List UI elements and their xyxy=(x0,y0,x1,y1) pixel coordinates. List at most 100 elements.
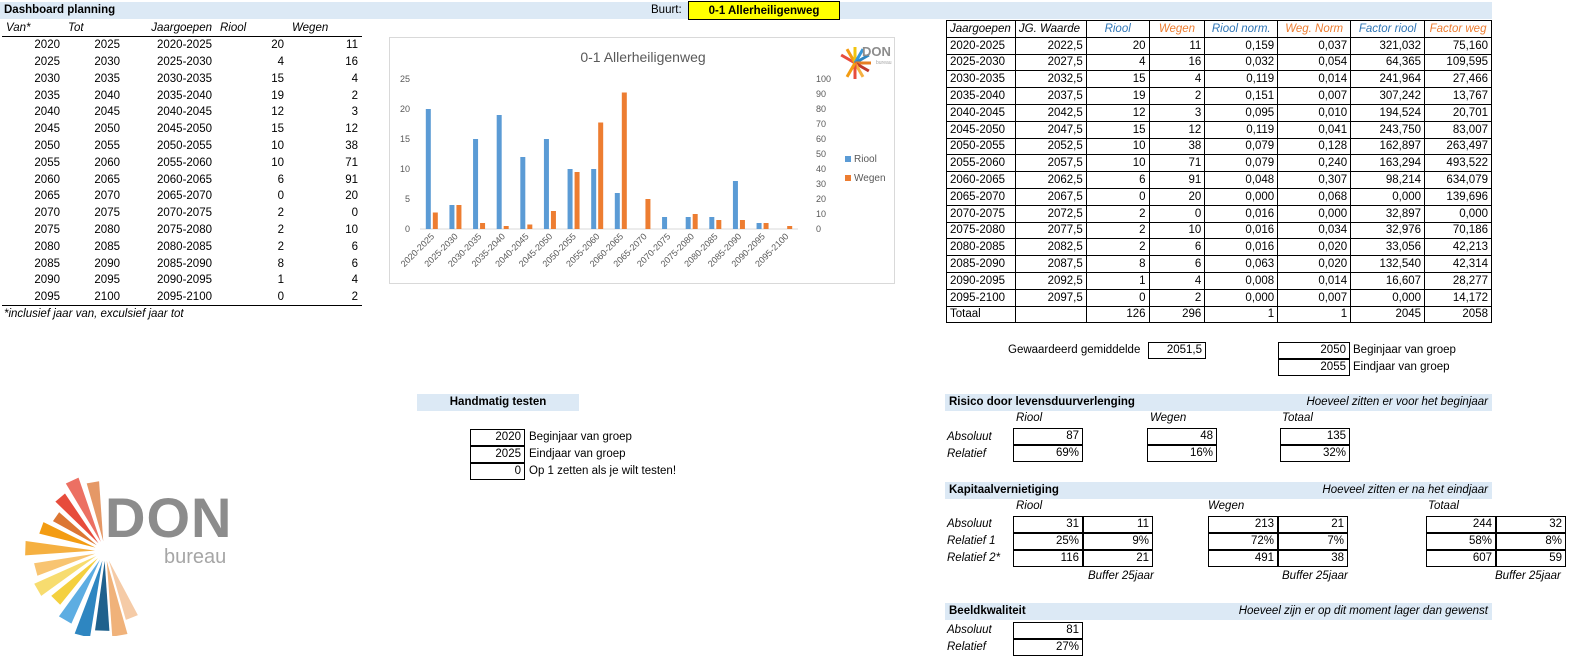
bar-riool xyxy=(473,139,479,229)
table-cell: 2095-2100 xyxy=(946,288,1016,307)
col-header: JG. Waarde xyxy=(1014,20,1087,38)
table-cell: 2090-2095 xyxy=(946,271,1016,290)
table-cell: 2050-2055 xyxy=(157,139,212,152)
y-right-tick-label: 0 xyxy=(816,224,821,234)
table-cell: 6 xyxy=(351,240,358,253)
table-cell: 2 xyxy=(1148,288,1206,307)
table-cell: 2075 xyxy=(94,207,120,220)
chart-area[interactable]: 0-1 Allerheiligenweg 0 5 10 15 20 25 0 10 20 30 40 5… xyxy=(389,37,895,284)
handmatig-begin-input[interactable]: 2020 xyxy=(470,429,525,446)
bar-riool xyxy=(567,169,573,229)
table-cell: 0,000 xyxy=(1350,187,1426,206)
risico-rel-wegen: 16% xyxy=(1147,445,1217,462)
table-row: 2055 2060 2055-2060 10 71 xyxy=(2,154,362,171)
table-cell: 2090 xyxy=(94,257,120,270)
table-cell: 307,242 xyxy=(1350,87,1426,105)
col-header: Factor weg xyxy=(1424,20,1492,38)
table-cell: 2025 xyxy=(94,39,120,52)
table-cell: 2060 xyxy=(34,173,60,186)
kapitaal-note: Hoeveel zitten er na het eindjaar xyxy=(1322,484,1488,496)
col-header: Factor riool xyxy=(1350,20,1426,38)
table-cell: 0,014 xyxy=(1277,70,1352,89)
table-cell: 20 xyxy=(1085,36,1150,55)
table-cell: 0 xyxy=(351,207,358,220)
table-cell: 0,079 xyxy=(1204,137,1279,156)
table-cell: 2095 xyxy=(2,288,64,307)
table-cell: 0,000 xyxy=(1277,204,1352,223)
table-cell: 2020-2025 xyxy=(157,39,212,52)
table-cell: 241,964 xyxy=(1350,70,1426,89)
buurt-select[interactable]: 0-1 Allerheiligenweg xyxy=(688,1,840,20)
risico-header: Risico door levensduurverlenging Hoeveel… xyxy=(945,394,1492,411)
table-row: 2085-2090 2087,5 8 6 0,063 0,020 132,540 42,314 xyxy=(946,255,1492,273)
table-row: 2075-2080 2077,5 2 10 0,016 0,034 32,976 70,186 xyxy=(946,221,1492,240)
kapitaal-col-wegen: Wegen xyxy=(1208,500,1245,512)
kapitaal-totaal-value: 32 xyxy=(1496,516,1566,533)
table-cell: 2 xyxy=(288,288,362,307)
table-cell: 0,041 xyxy=(1277,120,1352,139)
table-cell: 38 xyxy=(345,139,358,152)
table-cell: 42,314 xyxy=(1424,255,1492,273)
kapitaal-wegen-value: 38 xyxy=(1278,550,1348,567)
table-cell: 20,701 xyxy=(1424,103,1492,122)
table-row: 2095 2100 2095-2100 0 2 xyxy=(2,288,362,307)
table-cell: 0,119 xyxy=(1204,70,1279,89)
bar-riool xyxy=(543,139,549,229)
handmatig-test-input[interactable]: 0 xyxy=(470,463,525,480)
table-cell: 12 xyxy=(271,106,284,119)
handmatig-end-input[interactable]: 2025 xyxy=(470,446,525,463)
table-cell: 2058 xyxy=(1424,305,1492,324)
table-cell: 0,007 xyxy=(1277,87,1352,105)
logo-ray xyxy=(95,560,110,631)
bar-wegen xyxy=(574,172,580,229)
table-cell: 2035-2040 xyxy=(946,87,1016,105)
y-right-tick-label: 10 xyxy=(816,209,826,219)
table-cell: 0,016 xyxy=(1204,238,1279,257)
table-cell: 263,497 xyxy=(1424,137,1492,156)
table-cell: 2045 xyxy=(34,123,60,136)
col-header-riool: Riool xyxy=(216,20,288,38)
table-cell: 4 xyxy=(1148,271,1206,290)
table-cell: 2037,5 xyxy=(1014,87,1087,105)
table-cell: 6 xyxy=(1148,255,1206,273)
table-cell: 2077,5 xyxy=(1014,221,1087,240)
table-cell: 15 xyxy=(1085,120,1150,139)
legend-label: Wegen xyxy=(854,173,886,184)
table-cell: 2040-2045 xyxy=(157,106,212,119)
col-header: Weg. Norm xyxy=(1277,20,1352,38)
y-left-tick-label: 10 xyxy=(400,164,410,174)
table-cell: 13,767 xyxy=(1424,87,1492,105)
bar-riool xyxy=(496,115,502,229)
kapitaal-riool-value: 21 xyxy=(1083,550,1153,567)
kapitaal-buffer-totaal: Buffer 25jaar xyxy=(1495,570,1561,582)
table-cell: 6 xyxy=(351,257,358,270)
y-right-tick-label: 90 xyxy=(816,89,826,99)
y-right-tick-label: 80 xyxy=(816,104,826,114)
table-cell: 109,595 xyxy=(1424,53,1492,72)
table-cell: 0,119 xyxy=(1204,120,1279,139)
table-cell: 2100 xyxy=(64,288,124,307)
page-title: Dashboard planning xyxy=(4,4,116,16)
y-right-tick-label: 30 xyxy=(816,179,826,189)
kapitaal-totaal-value: 59 xyxy=(1496,550,1566,567)
bar-wegen xyxy=(645,199,651,229)
table-cell: 19 xyxy=(1085,87,1150,105)
table-cell: 0,010 xyxy=(1277,103,1352,122)
handmatig-end-label: Eindjaar van groep xyxy=(529,448,626,460)
table-cell: 16,607 xyxy=(1350,271,1426,290)
table-cell: 2085 xyxy=(34,257,60,270)
kapitaal-totaal-value: 244 xyxy=(1426,516,1496,533)
kapitaal-riool-value: 11 xyxy=(1083,516,1153,533)
table-cell: 91 xyxy=(345,173,358,186)
col-header: Riool norm. xyxy=(1204,20,1279,38)
table-row: 2070-2075 2072,5 2 0 0,016 0,000 32,897 0,000 xyxy=(946,204,1492,223)
table-cell: 2070-2075 xyxy=(157,207,212,220)
table-cell: 75,160 xyxy=(1424,36,1492,55)
table-cell: 1 xyxy=(1085,271,1150,290)
table-cell: 2070 xyxy=(94,190,120,203)
table-cell: 0,016 xyxy=(1204,204,1279,223)
table-cell: 0 xyxy=(277,190,284,203)
table-cell: 10 xyxy=(271,156,284,169)
table-cell: 0,159 xyxy=(1204,36,1279,55)
group-end-label: Eindjaar van groep xyxy=(1353,361,1450,373)
